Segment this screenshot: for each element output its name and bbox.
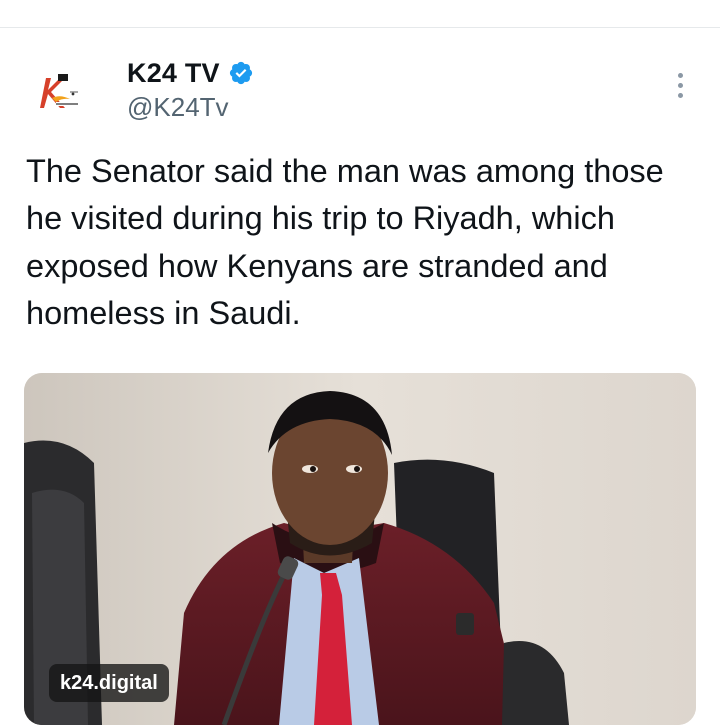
top-divider (0, 27, 720, 28)
verified-badge-icon (229, 61, 252, 85)
author-display-name[interactable]: K24 TV (127, 58, 220, 89)
author-avatar[interactable] (26, 58, 102, 134)
tweet-text: The Senator said the man was among those… (26, 153, 673, 331)
more-options-button[interactable] (664, 66, 696, 104)
author-handle[interactable]: @K24Tv (127, 92, 229, 123)
author-name-row[interactable]: K24 TV (127, 56, 254, 90)
k24-digital-logo-icon (40, 74, 80, 108)
more-options-icon (677, 72, 683, 78)
media-watermark: k24.digital (49, 664, 169, 702)
